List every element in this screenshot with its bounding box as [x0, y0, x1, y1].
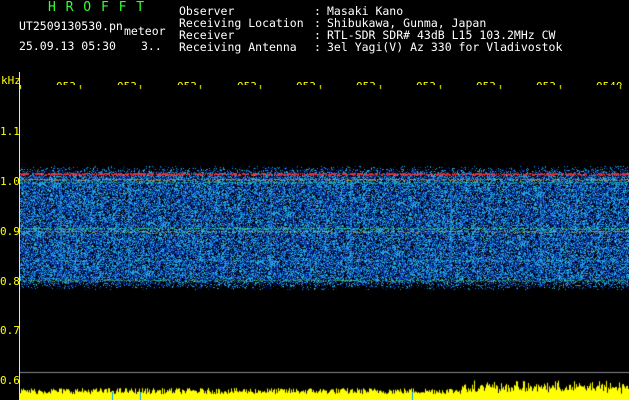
hrofft-window: H R O F F T UT2509130530.pn meteor 25.09… [0, 0, 629, 400]
timestamp-label: 25.09.13 05:30 [19, 39, 116, 53]
info-sep: : [314, 40, 321, 54]
y-label: 0.9 [0, 225, 20, 238]
info-key-antenna: Receiving Antenna [179, 40, 297, 54]
y-label: 0.6 [0, 374, 20, 387]
spectrogram-canvas [20, 85, 629, 400]
y-label: 0.8 [0, 275, 20, 288]
info-value-antenna: 3el Yagi(V) Az 330 for Vladivostok [327, 40, 563, 54]
meteor-label: meteor [124, 24, 166, 38]
app-logo: H R O F F T [48, 0, 146, 15]
meteor-count: 3.. [141, 39, 162, 53]
y-label: 1.0 [0, 175, 20, 188]
y-label: 1.1 [0, 125, 20, 138]
filename-label: UT2509130530.pn [19, 19, 123, 33]
y-label: 0.7 [0, 324, 20, 337]
axis-unit: kHz [1, 74, 21, 87]
